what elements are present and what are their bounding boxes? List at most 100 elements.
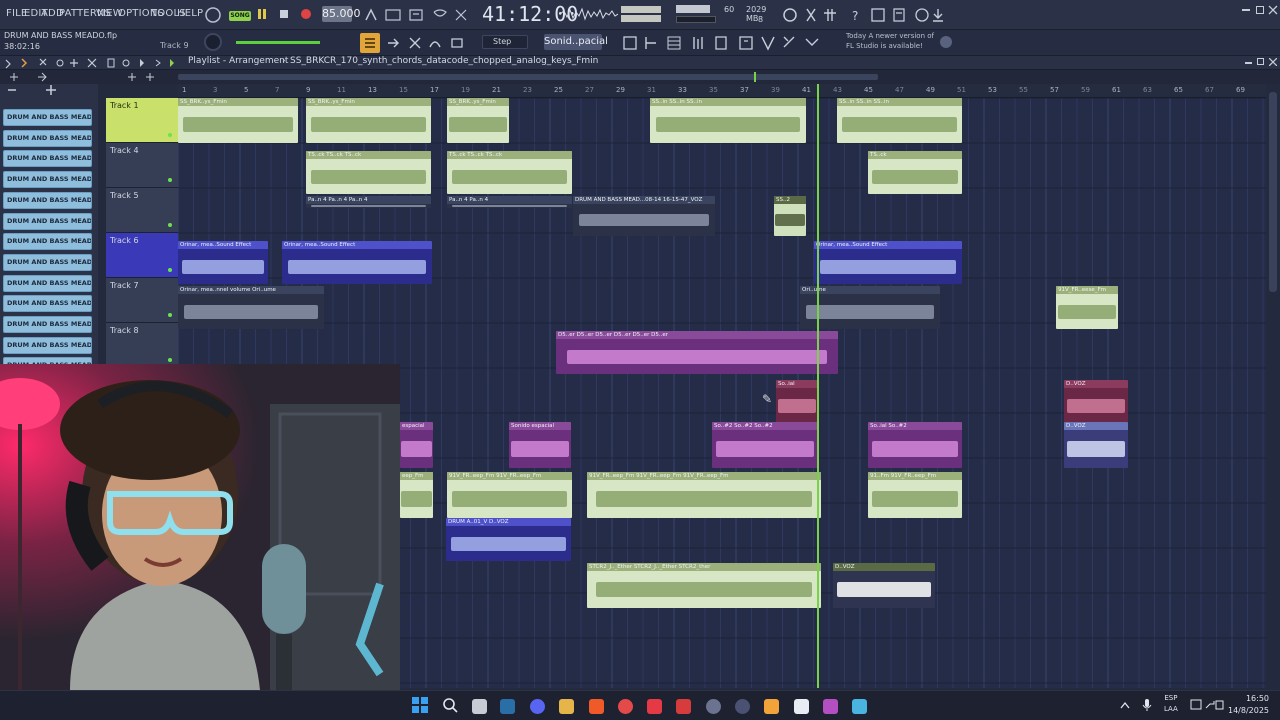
fl-studio-icon[interactable] [764, 699, 779, 714]
view-shortcut-icons[interactable] [620, 33, 840, 53]
notepad-icon[interactable] [852, 699, 867, 714]
pattern-item[interactable]: DRUM AND BASS MEADO... [3, 295, 92, 313]
obs-icon[interactable] [735, 699, 750, 714]
close-icon[interactable] [1268, 5, 1278, 15]
pattern-item[interactable]: DRUM AND BASS MEADO... [3, 150, 92, 168]
audio-clip[interactable]: eep_Fm [400, 472, 433, 518]
window-shortcut-icons[interactable]: ? [780, 5, 950, 25]
audio-clip[interactable]: DRUM A..01_V D..VOZ [446, 518, 571, 561]
update-notice[interactable]: Today A newer version of FL Studio is av… [846, 31, 934, 51]
track-mute-led[interactable] [168, 223, 172, 227]
audio-clip[interactable]: 91V_FR..eep_Fm 91V_FR..eep_Fm 91V_FR..ee… [587, 472, 821, 518]
overview-nav-icons[interactable] [8, 72, 158, 82]
search-icon[interactable] [442, 697, 458, 713]
playlist-close-icon[interactable] [1269, 58, 1277, 66]
screen-recorder-icon[interactable] [647, 699, 662, 714]
track-header[interactable]: Track 1 [106, 98, 178, 143]
playlist-maximize-icon[interactable] [1257, 58, 1264, 65]
arrangement-overview[interactable] [0, 70, 1280, 84]
tray-status-icons[interactable] [1190, 698, 1224, 712]
audio-clip[interactable]: Orinar, mea..Sound Effect [282, 241, 432, 284]
start-icon[interactable] [412, 697, 428, 713]
playhead[interactable] [817, 84, 819, 688]
playlist-breadcrumb[interactable]: SS_BRKCR_170_synth_chords_datacode_chopp… [290, 56, 598, 66]
pattern-item[interactable]: DRUM AND BASS MEADO... [3, 274, 92, 292]
audio-clip[interactable]: SS..in SS..in SS..in [650, 98, 806, 143]
pause-icon[interactable] [254, 6, 270, 22]
audio-clip[interactable]: D..VOZ [833, 563, 935, 608]
timeline-ruler[interactable]: 1 5 9 13 17 21 25 29 33 37 41 45 49 53 57 61 65 69 3 7 11 15 1… [178, 84, 1266, 98]
overview-scroll-thumb[interactable] [178, 74, 878, 80]
stop-icon[interactable] [276, 6, 292, 22]
song-mode-toggle[interactable]: SONG [229, 11, 251, 21]
maximize-icon[interactable] [1256, 6, 1264, 14]
track-mute-led[interactable] [168, 268, 172, 272]
audio-clip[interactable]: So..ial So..#2 [868, 422, 962, 468]
master-pitch-slider[interactable] [236, 41, 320, 44]
app-icon-2[interactable] [823, 699, 838, 714]
track-mute-led[interactable] [168, 313, 172, 317]
record-icon[interactable] [298, 6, 314, 22]
microphone-icon[interactable] [1141, 698, 1153, 712]
vertical-scrollbar[interactable] [1266, 84, 1280, 690]
track-mute-led[interactable] [168, 133, 172, 137]
brave-browser-icon[interactable] [589, 699, 604, 714]
discord-icon[interactable] [530, 699, 545, 714]
pattern-item[interactable]: DRUM AND BASS MEADO... [3, 129, 92, 147]
audio-clip[interactable]: D..VOZ [1064, 422, 1128, 468]
pattern-selector[interactable]: Sonid..pacial [544, 34, 608, 50]
language-indicator[interactable]: ESP LAA [1164, 693, 1178, 715]
audio-clip[interactable]: D5..er D5..er D5..er D5..er D5..er D5..e… [556, 331, 838, 374]
steam-icon[interactable] [500, 699, 515, 714]
audio-clip[interactable]: SS..2 [774, 196, 806, 236]
pattern-item[interactable]: DRUM AND BASS MEADO... [3, 336, 92, 354]
track-header[interactable]: Track 4 [106, 143, 178, 188]
pattern-item[interactable]: DRUM AND BASS MEADO... [3, 191, 92, 209]
track-header[interactable]: Track 5 [106, 188, 178, 233]
audio-clip[interactable]: TS..ck [868, 151, 962, 194]
capcut-icon[interactable] [794, 699, 809, 714]
audio-clip[interactable]: Orinar, mea..Sound Effect [814, 241, 962, 284]
audio-clip[interactable]: So..#2 So..#2 So..#2 [712, 422, 818, 468]
audio-clip[interactable]: SS_BRK..ys_Fmin [447, 98, 509, 143]
pattern-item[interactable]: DRUM AND BASS MEADO... [3, 233, 92, 251]
chrome-icon[interactable] [618, 699, 633, 714]
audio-clip[interactable]: TS..ck TS..ck TS..ck [306, 151, 431, 194]
audio-clip[interactable]: Ori..ume [800, 286, 940, 329]
tempo-display[interactable]: 85.000 [322, 6, 361, 22]
track-mute-led[interactable] [168, 178, 172, 182]
playlist-tool-icons[interactable] [360, 33, 480, 53]
pattern-item[interactable]: DRUM AND BASS MEADO... [3, 109, 92, 126]
audio-clip[interactable]: D..VOZ [1064, 380, 1128, 423]
task-view-icon[interactable] [472, 699, 487, 714]
audio-clip[interactable]: SS..in SS..in SS..in [837, 98, 962, 143]
audio-clip[interactable]: Orinar, mea..Sound Effect [178, 241, 268, 284]
recording-mode-icon[interactable] [203, 5, 223, 25]
track-header[interactable]: Track 8 [106, 323, 178, 368]
audio-clip[interactable]: 91V_FR..eep_Fm 91V_FR..eep_Fm [447, 472, 572, 518]
pattern-item[interactable]: DRUM AND BASS MEADO... [3, 253, 92, 271]
audio-clip[interactable]: So..ial [776, 380, 818, 423]
playlist-minimize-icon[interactable] [1245, 62, 1252, 64]
system-clock[interactable]: 16:50 14/8/2025 [1228, 693, 1269, 717]
playlist-toolbar-icons[interactable] [4, 57, 174, 69]
audio-clip[interactable]: 91V_FR..eese_Fm [1056, 286, 1118, 329]
track-header[interactable]: Track 7 [106, 278, 178, 323]
minimize-icon[interactable] [1242, 9, 1250, 11]
audio-clip[interactable]: Sonido espacial [509, 422, 571, 468]
audio-clip[interactable]: 91..Fm 91V_FR..eep_Fm [868, 472, 962, 518]
snap-selector[interactable]: Step [482, 35, 528, 49]
pattern-item[interactable]: DRUM AND BASS MEADO... [3, 316, 92, 333]
audio-clip[interactable]: Pa..n 4 Pa..n 4 Pa..n 4 [306, 196, 431, 208]
app-icon-1[interactable] [706, 699, 721, 714]
audio-clip[interactable]: espacial [400, 422, 433, 468]
picker-tool-icons[interactable] [6, 84, 96, 96]
master-volume-knob[interactable] [204, 33, 222, 51]
audio-clip[interactable]: STCR2_J.._Ether STCR2_J.._Ether STCR2_th… [587, 563, 821, 608]
update-globe-icon[interactable] [938, 34, 954, 50]
file-explorer-icon[interactable] [559, 699, 574, 714]
tiktok-studio-icon[interactable] [676, 699, 691, 714]
track-mute-led[interactable] [168, 358, 172, 362]
audio-clip[interactable]: SS_BRK..ys_Fmin [178, 98, 298, 143]
track-header[interactable]: Track 6 [106, 233, 178, 278]
